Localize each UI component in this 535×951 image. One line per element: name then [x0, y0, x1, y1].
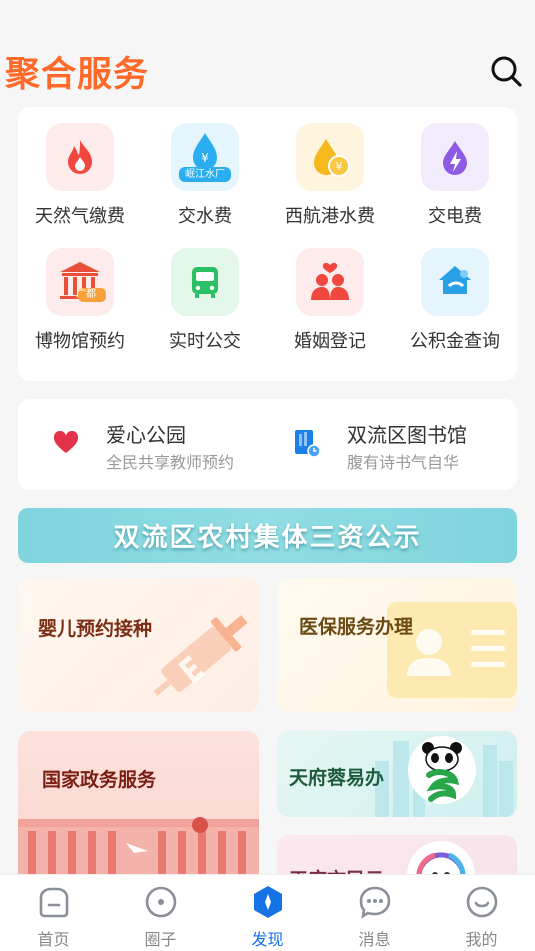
tile-title: 国家政务服务	[42, 769, 157, 791]
house-fund-icon	[421, 248, 489, 316]
tab-messages[interactable]: 消息	[321, 875, 428, 951]
quick-subtitle: 腹有诗书气自华	[347, 453, 460, 472]
bottom-tab-bar: 首页 圈子 发现 消息 我的	[0, 874, 535, 951]
water-coin-icon: ¥	[296, 123, 364, 191]
page-title: 聚合服务	[5, 55, 150, 95]
tab-discover[interactable]: 发现	[214, 875, 321, 951]
quick-love-park[interactable]: 爱心公园 全民共享教师预约	[18, 399, 263, 490]
service-label: 西航港水费	[285, 206, 375, 227]
service-grid: 天然气缴费 ¥ 岷江水厂 交水费 ¥ 西航港水费 交电费 广都 博物馆预约 实时…	[18, 107, 517, 381]
service-museum-booking[interactable]: 广都 博物馆预约	[18, 232, 142, 356]
water-badge: 岷江水厂	[185, 169, 225, 180]
service-label: 天然气缴费	[35, 206, 125, 227]
tab-profile[interactable]: 我的	[428, 875, 535, 951]
library-icon	[291, 427, 323, 459]
tile-title: 天府蓉易办	[289, 767, 385, 789]
message-icon	[359, 886, 391, 919]
profile-icon	[466, 886, 498, 918]
service-housing-fund-query[interactable]: 公积金查询	[393, 232, 517, 356]
service-electricity-payment[interactable]: 交电费	[393, 107, 517, 231]
compass-icon	[254, 886, 282, 918]
service-xihanggang-water[interactable]: ¥ 西航港水费	[268, 107, 392, 231]
bus-icon	[171, 248, 239, 316]
tile-title: 婴儿预约接种	[38, 618, 153, 640]
service-marriage-registration[interactable]: 婚姻登记	[268, 232, 392, 356]
header: 聚合服务	[0, 0, 535, 100]
couple-icon	[296, 248, 364, 316]
flame-icon	[46, 123, 114, 191]
tab-label: 首页	[37, 930, 70, 949]
quick-title: 爱心公园	[106, 423, 186, 447]
water-drop-icon: ¥	[171, 123, 239, 191]
syringe-icon	[153, 615, 248, 696]
electricity-drop-icon	[421, 123, 489, 191]
heart-icon	[50, 427, 82, 459]
tab-circle[interactable]: 圈子	[107, 875, 214, 951]
quick-subtitle: 全民共享教师预约	[106, 453, 235, 472]
quick-title: 双流区图书馆	[347, 423, 467, 447]
banner-text: 双流区农村集体三资公示	[113, 523, 422, 553]
service-label: 交电费	[428, 206, 482, 227]
quick-library[interactable]: 双流区图书馆 腹有诗书气自华	[259, 399, 504, 490]
tile-tianfu-rongyiban[interactable]: 天府蓉易办	[277, 731, 517, 817]
svg-text:¥: ¥	[336, 160, 343, 173]
tab-label: 消息	[358, 930, 391, 949]
service-label: 实时公交	[169, 331, 241, 352]
service-water-payment[interactable]: ¥ 岷江水厂 交水费	[143, 107, 267, 231]
tile-national-gov-service[interactable]: 国家政务服务	[18, 731, 259, 891]
tab-label: 我的	[465, 930, 498, 949]
tile-medical-insurance[interactable]: 医保服务办理	[277, 578, 517, 712]
panda-logo-icon	[408, 736, 476, 804]
service-label: 交水费	[178, 206, 232, 227]
tab-label: 圈子	[144, 930, 177, 949]
rural-assets-banner[interactable]: 双流区农村集体三资公示	[18, 508, 517, 563]
tile-infant-vaccine[interactable]: 婴儿预约接种	[18, 578, 259, 712]
quick-links: 爱心公园 全民共享教师预约 双流区图书馆 腹有诗书气自华	[18, 399, 517, 490]
home-icon	[39, 887, 69, 918]
service-label: 公积金查询	[410, 331, 500, 352]
museum-badge: 广都	[76, 289, 96, 300]
svg-text:¥: ¥	[201, 151, 209, 165]
service-gas-payment[interactable]: 天然气缴费	[18, 107, 142, 231]
circle-icon	[145, 886, 177, 918]
tile-title: 医保服务办理	[299, 616, 414, 638]
service-realtime-bus[interactable]: 实时公交	[143, 232, 267, 356]
service-label: 婚姻登记	[294, 331, 366, 352]
search-icon[interactable]	[489, 54, 523, 88]
museum-icon	[46, 248, 114, 316]
tab-home[interactable]: 首页	[0, 875, 107, 951]
tab-label: 发现	[251, 930, 284, 949]
service-label: 博物馆预约	[35, 331, 125, 352]
